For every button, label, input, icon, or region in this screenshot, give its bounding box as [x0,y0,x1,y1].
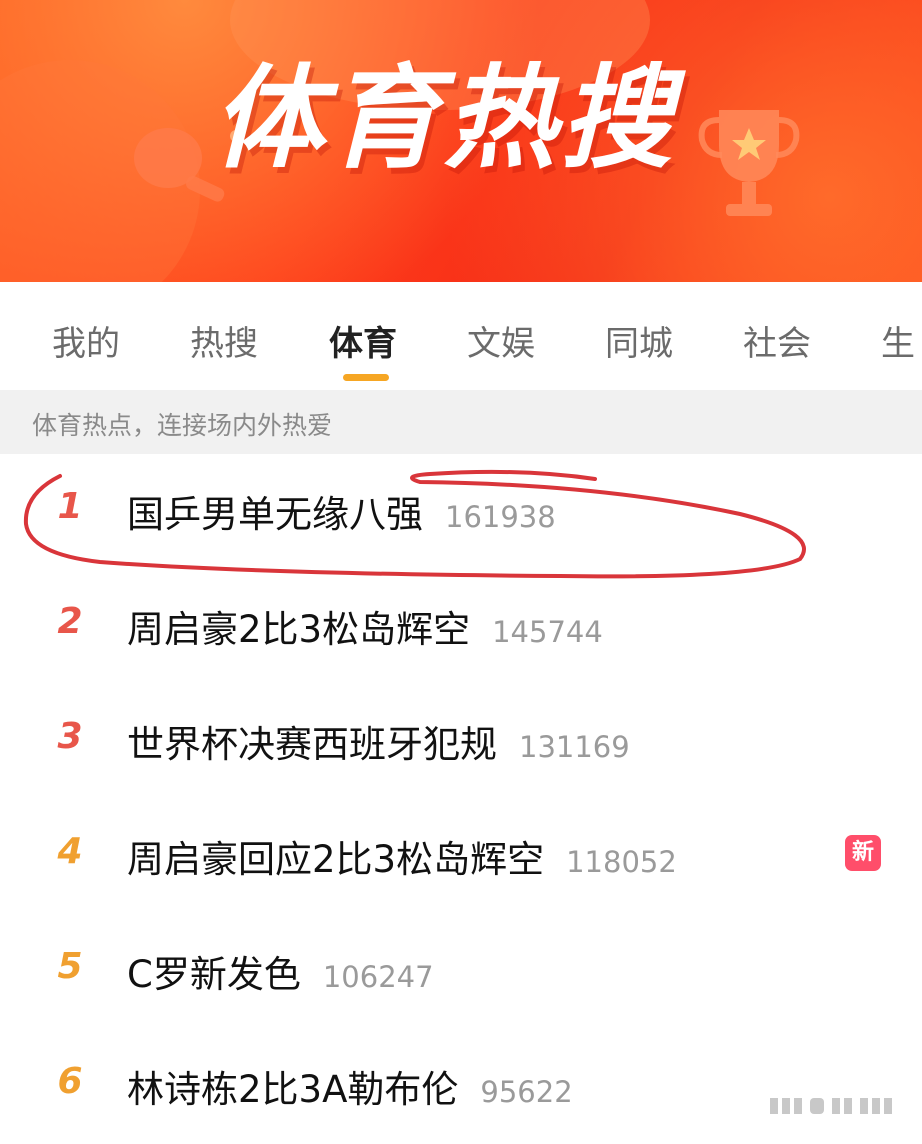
heat-count: 106247 [322,960,434,994]
tab-hot-search[interactable]: 热搜 [190,316,258,365]
topic-title: C罗新发色 106247 [127,953,434,996]
subheader-text: 体育热点，连接场内外热爱 [32,411,333,440]
tab-mine[interactable]: 我的 [52,316,120,365]
tab-sports[interactable]: 体育 [329,316,397,365]
active-tab-indicator [343,374,389,381]
rank-number: 1 [57,486,83,527]
tab-entertainment[interactable]: 文娱 [467,316,535,365]
rank-number: 5 [57,946,83,987]
heat-count: 131169 [519,730,630,764]
topic-title: 世界杯决赛西班牙犯规 131169 [127,723,630,766]
list-item[interactable]: 2 周启豪2比3松岛辉空 145744 [0,569,922,684]
tab-society[interactable]: 社会 [743,316,811,365]
heat-count: 118052 [566,845,677,879]
heat-count: 145744 [492,615,603,649]
topic-title: 林诗栋2比3A勒布伦 95622 [127,1068,573,1111]
topic-title: 国乒男单无缘八强 161938 [127,493,556,536]
tab-local[interactable]: 同城 [605,316,673,365]
list-item[interactable]: 3 世界杯决赛西班牙犯规 131169 [0,684,922,799]
rank-number: 3 [57,716,83,757]
watermark-bars [770,1098,892,1114]
topic-title: 周启豪回应2比3松岛辉空 118052 [127,838,677,881]
trophy-icon [698,110,800,216]
hot-search-list: 1 国乒男单无缘八强 161938 2 周启豪2比3松岛辉空 145744 3 世界… [0,454,922,1140]
tab-life[interactable]: 生 [881,316,915,365]
new-badge: 新 [845,835,881,871]
rank-number: 6 [57,1061,83,1102]
banner: 体育热搜 [0,0,922,282]
heat-count: 161938 [445,500,556,534]
category-tabs: 我的 热搜 体育 文娱 同城 社会 生 [0,282,922,390]
list-item[interactable]: 4 周启豪回应2比3松岛辉空 118052 新 [0,799,922,914]
rank-number: 4 [57,831,83,872]
list-item[interactable]: 1 国乒男单无缘八强 161938 [0,454,922,569]
list-item[interactable]: 6 林诗栋2比3A勒布伦 95622 [0,1029,922,1144]
topic-title: 周启豪2比3松岛辉空 145744 [127,608,603,651]
list-item[interactable]: 5 C罗新发色 106247 [0,914,922,1029]
banner-title: 体育热搜 [212,54,676,184]
section-subheader: 体育热点，连接场内外热爱 [0,390,922,454]
rank-number: 2 [57,601,83,642]
heat-count: 95622 [480,1075,573,1109]
